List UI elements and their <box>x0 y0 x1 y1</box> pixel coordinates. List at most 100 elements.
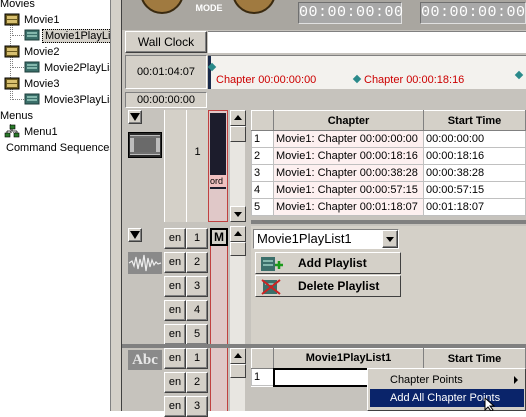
column-header[interactable]: Chapter <box>273 110 424 131</box>
subtitle-lang-2[interactable]: en <box>164 372 186 393</box>
subtitle-track-header: Abc <box>125 350 163 411</box>
row-number-header <box>251 348 274 369</box>
chapter-marker-icon[interactable] <box>514 70 524 80</box>
subtitle-lang-3[interactable]: en <box>164 396 186 417</box>
audio-track-1[interactable]: 1 <box>186 228 208 249</box>
chevron-down-icon[interactable] <box>382 230 398 248</box>
chapter-table[interactable]: Chapter Start Time 1 Movie1: Chapter 00:0… <box>251 110 526 216</box>
scroll-up-button[interactable] <box>230 348 246 364</box>
start-time-cell[interactable]: 00:00:00:00 <box>423 130 526 148</box>
add-playlist-button[interactable]: Add Playlist <box>255 252 401 274</box>
playhead[interactable] <box>208 56 211 89</box>
clip-label: ord <box>210 175 226 187</box>
start-time-display: 00:00:00:00 <box>125 92 207 108</box>
tree-item-movie3[interactable]: Movie3 <box>4 76 61 92</box>
audio-track-header <box>125 226 163 344</box>
audio-clip[interactable] <box>210 246 228 344</box>
row-number-header <box>251 110 274 131</box>
scroll-thumb[interactable] <box>230 242 246 256</box>
tree-item-menus[interactable]: Menus <box>0 108 35 124</box>
audio-lang-1[interactable]: en <box>164 228 186 249</box>
start-time-cell[interactable]: 00:00:18:16 <box>423 147 526 165</box>
audio-track-3[interactable]: 3 <box>186 276 208 297</box>
subtitle-track-1[interactable]: 1 <box>186 348 208 369</box>
table-row[interactable]: 4 Movie1: Chapter 00:00:57:15 00:00:57:15 <box>251 181 526 199</box>
table-header-row: Chapter Start Time <box>251 110 526 131</box>
table-row[interactable]: 2 Movie1: Chapter 00:00:18:16 00:00:18:16 <box>251 147 526 165</box>
wall-clock-button[interactable]: Wall Clock <box>125 31 207 53</box>
main-panel: MODE 00:00:00:00 00:00:00:00 Wall Clock … <box>122 0 526 417</box>
chapter-marker-icon[interactable] <box>352 74 362 84</box>
delete-playlist-button[interactable]: Delete Playlist <box>255 275 401 297</box>
menu-item-add-all-chapter-points[interactable]: Add All Chapter Points <box>370 389 524 407</box>
row-number: 3 <box>251 164 274 182</box>
movie-icon <box>4 12 20 31</box>
timeline-track[interactable]: Chapter 00:00:00:00 Chapter 00:00:18:16 <box>207 55 526 89</box>
subtitle-scrollbar[interactable] <box>229 348 246 411</box>
splitter[interactable] <box>110 0 122 411</box>
column-header[interactable]: Start Time <box>423 110 526 131</box>
tree-item-label: Movie1PlayList1 <box>42 29 110 43</box>
audio-lang-2[interactable]: en <box>164 252 186 273</box>
table-row[interactable]: 1 Movie1: Chapter 00:00:00:00 00:00:00:00 <box>251 130 526 148</box>
audio-clip-m[interactable]: M <box>210 228 228 246</box>
chapter-cell[interactable]: Movie1: Chapter 00:01:18:07 <box>273 198 424 216</box>
tree-item-movie2[interactable]: Movie2 <box>4 44 61 60</box>
tree-item-movies[interactable]: Movies <box>0 0 37 12</box>
subtitle-track-3[interactable]: 3 <box>186 396 208 417</box>
chapter-cell[interactable]: Movie1: Chapter 00:00:00:00 <box>273 130 424 148</box>
wall-clock-ruler <box>208 31 526 53</box>
tree-item-movie1-playlist1[interactable]: Movie1PlayList1 <box>24 28 110 44</box>
menu-item-chapter-points[interactable]: Chapter Points <box>370 371 524 389</box>
subtitle-lang-1[interactable]: en <box>164 348 186 369</box>
audio-scrollbar[interactable] <box>229 226 246 344</box>
audio-track-2[interactable]: 2 <box>186 252 208 273</box>
video-lang-column <box>164 110 186 222</box>
chapter-cell[interactable]: Movie1: Chapter 00:00:57:15 <box>273 181 424 199</box>
timecode-display-1: 00:00:00:00 <box>298 2 403 24</box>
video-track-header <box>125 110 163 222</box>
subtitle-abc-icon: Abc <box>128 350 162 370</box>
audio-lang-4[interactable]: en <box>164 300 186 321</box>
tree-item-movie2-playlist1[interactable]: Movie2PlayList1 <box>24 60 110 76</box>
scroll-thumb[interactable] <box>230 126 246 142</box>
audio-lang-3[interactable]: en <box>164 276 186 297</box>
table-header-row: Movie1PlayList1 Start Time <box>251 348 526 369</box>
tree-connector <box>12 99 24 100</box>
row-number: 1 <box>251 130 274 148</box>
start-time-cell[interactable]: 00:00:38:28 <box>423 164 526 182</box>
subtitle-track-2[interactable]: 2 <box>186 372 208 393</box>
project-tree[interactable]: Movies Movie1 Movie1PlayList1 Movie2 Mov… <box>0 0 110 411</box>
tree-item-label: Movie2PlayList1 <box>44 62 110 74</box>
tree-item-label: Movie2 <box>24 46 60 58</box>
tree-item-command-sequences[interactable]: Command Sequences <box>4 140 110 156</box>
scroll-up-button[interactable] <box>230 226 246 242</box>
scroll-down-button[interactable] <box>230 206 246 222</box>
audio-lang-5[interactable]: en <box>164 324 186 345</box>
tree-item-movie3-playlist1[interactable]: Movie3PlayList1 <box>24 92 110 108</box>
chapter-cell[interactable]: Movie1: Chapter 00:00:18:16 <box>273 147 424 165</box>
row-number: 4 <box>251 181 274 199</box>
scroll-up-button[interactable] <box>230 110 246 126</box>
subtitle-clip[interactable] <box>210 348 228 411</box>
tree-item-movie1[interactable]: Movie1 <box>4 12 61 28</box>
table-row[interactable]: 3 Movie1: Chapter 00:00:38:28 00:00:38:28 <box>251 164 526 182</box>
tree-item-label: Movie3 <box>24 78 60 90</box>
column-header[interactable]: Start Time <box>423 348 526 369</box>
tree-item-menu1[interactable]: Menu1 <box>4 124 60 140</box>
collapse-toggle[interactable] <box>128 110 142 124</box>
playlist-select[interactable]: Movie1PlayList1 <box>253 229 399 249</box>
column-header[interactable]: Movie1PlayList1 <box>273 348 424 369</box>
start-time-cell[interactable]: 00:00:57:15 <box>423 181 526 199</box>
audio-track-4[interactable]: 4 <box>186 300 208 321</box>
table-row[interactable]: 5 Movie1: Chapter 00:01:18:07 00:01:18:07 <box>251 198 526 216</box>
scroll-thumb[interactable] <box>230 364 246 378</box>
start-time-cell[interactable]: 00:01:18:07 <box>423 198 526 216</box>
tree-item-label: Menus <box>0 110 34 122</box>
collapse-toggle[interactable] <box>128 228 142 242</box>
audio-track-5[interactable]: 5 <box>186 324 208 345</box>
chapter-cell[interactable]: Movie1: Chapter 00:00:38:28 <box>273 164 424 182</box>
chapter-marker-label: Chapter 00:00:00:00 <box>216 74 317 86</box>
video-clip-scrollbar[interactable] <box>229 110 246 222</box>
video-clip[interactable]: ord <box>208 110 228 222</box>
